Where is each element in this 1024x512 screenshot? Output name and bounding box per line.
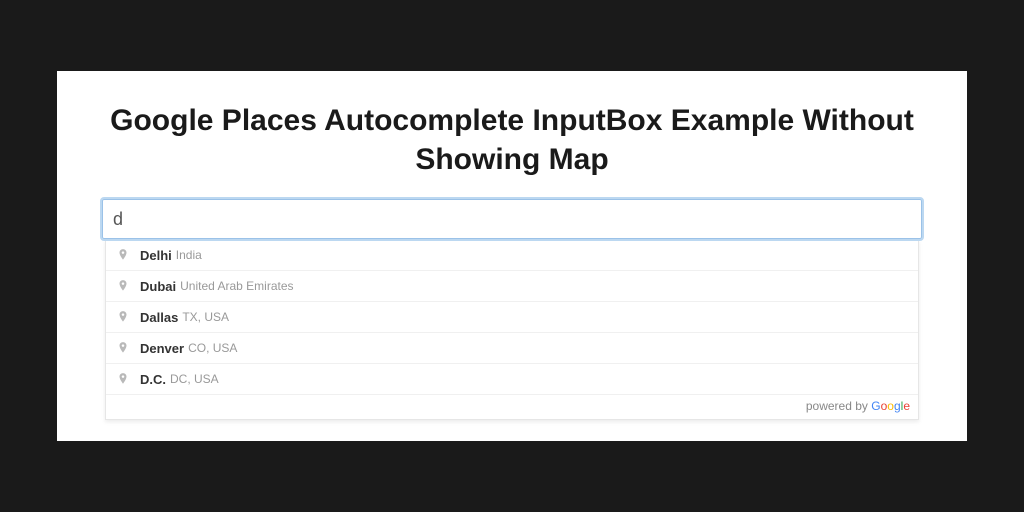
powered-by-footer: powered by Google bbox=[106, 394, 918, 419]
places-search-input[interactable] bbox=[102, 199, 922, 239]
suggestion-primary: Dallas bbox=[140, 310, 178, 325]
map-pin-icon bbox=[116, 370, 130, 388]
suggestion-primary: D.C. bbox=[140, 372, 166, 387]
content-panel: Google Places Autocomplete InputBox Exam… bbox=[57, 71, 967, 441]
suggestion-item[interactable]: Denver CO, USA bbox=[106, 332, 918, 363]
suggestion-item[interactable]: Delhi India bbox=[106, 240, 918, 270]
map-pin-icon bbox=[116, 277, 130, 295]
suggestion-secondary: United Arab Emirates bbox=[180, 279, 293, 293]
suggestion-primary: Dubai bbox=[140, 279, 176, 294]
suggestion-secondary: DC, USA bbox=[170, 372, 219, 386]
suggestion-secondary: CO, USA bbox=[188, 341, 237, 355]
page-title: Google Places Autocomplete InputBox Exam… bbox=[102, 101, 922, 179]
map-pin-icon bbox=[116, 339, 130, 357]
suggestion-secondary: India bbox=[176, 248, 202, 262]
suggestion-primary: Denver bbox=[140, 341, 184, 356]
google-logo: Google bbox=[871, 399, 910, 413]
map-pin-icon bbox=[116, 308, 130, 326]
suggestion-item[interactable]: D.C. DC, USA bbox=[106, 363, 918, 394]
powered-by-text: powered by bbox=[806, 399, 871, 413]
suggestion-item[interactable]: Dubai United Arab Emirates bbox=[106, 270, 918, 301]
map-pin-icon bbox=[116, 246, 130, 264]
suggestion-secondary: TX, USA bbox=[182, 310, 229, 324]
autocomplete-dropdown: Delhi India Dubai United Arab Emirates D… bbox=[105, 240, 919, 420]
suggestion-item[interactable]: Dallas TX, USA bbox=[106, 301, 918, 332]
suggestion-primary: Delhi bbox=[140, 248, 172, 263]
